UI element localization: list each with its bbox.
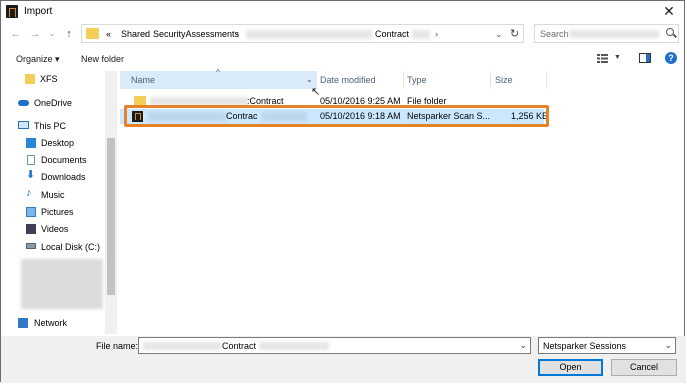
column-header-type[interactable]: Type xyxy=(407,71,427,89)
search-icon[interactable] xyxy=(666,28,674,36)
app-icon xyxy=(6,5,18,18)
documents-icon xyxy=(27,155,35,165)
help-icon[interactable]: ? xyxy=(665,52,677,64)
sidebar-item-label: This PC xyxy=(34,121,67,131)
forward-arrow-icon[interactable]: → xyxy=(28,26,42,42)
file-type-select[interactable]: Netsparker Sessions ⌄ xyxy=(538,337,676,354)
sidebar-item-label: Documents xyxy=(41,155,87,165)
address-dropdown-icon[interactable]: ⌄ xyxy=(495,29,503,40)
title-bar: Import ✕ xyxy=(1,1,684,22)
close-icon[interactable]: ✕ xyxy=(660,2,678,20)
folder-icon xyxy=(25,74,35,84)
recent-chevron-icon[interactable]: ⌄ xyxy=(45,26,59,42)
sidebar-item-label: Pictures xyxy=(41,207,74,217)
sidebar-item-label: OneDrive xyxy=(34,98,73,108)
preview-pane-icon[interactable] xyxy=(639,53,651,63)
folder-icon xyxy=(86,28,99,39)
cancel-button[interactable]: Cancel xyxy=(611,359,677,376)
column-header-name[interactable]: Name xyxy=(131,71,155,89)
redacted-region xyxy=(246,30,372,39)
redacted-region xyxy=(569,30,659,38)
organize-button[interactable]: Organize ▾ xyxy=(16,54,60,65)
pc-icon xyxy=(18,121,29,129)
chevron-down-icon[interactable]: ⌄ xyxy=(519,340,527,351)
breadcrumb-separator: › xyxy=(435,29,438,39)
sidebar-item-label: Desktop xyxy=(41,138,75,148)
downloads-icon: ⬇ xyxy=(26,169,36,181)
redacted-region xyxy=(21,259,103,309)
chevron-down-icon[interactable]: ⌄ xyxy=(664,340,672,351)
view-options-icon[interactable] xyxy=(597,54,611,63)
breadcrumb-separator: › xyxy=(144,29,147,39)
file-name-value: Contract xyxy=(222,341,257,351)
up-arrow-icon[interactable]: ↑ xyxy=(62,26,76,42)
import-dialog: Import ✕ ← → ⌄ ↑ « Shared › SecurityAsse… xyxy=(0,0,686,383)
highlight-annotation xyxy=(124,105,549,127)
file-type-value: Netsparker Sessions xyxy=(543,341,627,351)
breadcrumb-separator: › xyxy=(236,29,239,39)
sort-ascending-icon: ^ xyxy=(216,68,220,77)
column-separator[interactable] xyxy=(490,71,491,89)
breadcrumb-contract[interactable]: Contract xyxy=(375,29,409,39)
search-box[interactable]: Search xyxy=(534,24,679,43)
sidebar-item-label: XFS xyxy=(40,74,58,84)
videos-icon xyxy=(26,224,36,234)
window-title: Import xyxy=(24,6,53,17)
nav-scrollbar-thumb[interactable] xyxy=(107,138,115,295)
sidebar-item-label: Local Disk (C:) xyxy=(41,242,101,252)
sidebar-item-label: Downloads xyxy=(41,172,86,182)
address-bar[interactable]: « Shared › SecurityAssessments › Contrac… xyxy=(81,24,524,43)
redacted-region xyxy=(259,342,329,350)
column-header-size[interactable]: Size xyxy=(495,71,513,89)
open-button[interactable]: Open xyxy=(538,359,603,376)
disk-icon xyxy=(26,243,36,249)
sidebar-item-label: Music xyxy=(41,190,65,200)
view-dropdown-icon[interactable]: ▼ xyxy=(614,54,621,61)
column-header-date[interactable]: Date modified xyxy=(320,71,376,89)
breadcrumb-securityassessments[interactable]: SecurityAssessments xyxy=(153,29,239,39)
refresh-icon[interactable]: ↻ xyxy=(510,27,519,40)
back-arrow-icon[interactable]: ← xyxy=(9,26,23,42)
sidebar-item-label: Network xyxy=(34,318,68,328)
column-separator[interactable] xyxy=(403,71,404,89)
search-input[interactable]: Search xyxy=(540,29,569,39)
redacted-region xyxy=(143,342,221,350)
file-name-label: File name: xyxy=(96,341,139,351)
redacted-region xyxy=(412,30,430,39)
pictures-icon xyxy=(26,207,36,217)
network-icon xyxy=(18,318,28,328)
new-folder-button[interactable]: New folder xyxy=(81,54,124,64)
file-name-field[interactable]: Contract ⌄ xyxy=(138,337,531,354)
sidebar-item-label: Videos xyxy=(41,224,69,234)
music-icon: ♪ xyxy=(26,187,32,199)
desktop-icon xyxy=(26,138,36,148)
cloud-icon xyxy=(18,100,29,106)
breadcrumb-overflow[interactable]: « xyxy=(106,29,111,39)
column-separator[interactable] xyxy=(546,71,547,89)
